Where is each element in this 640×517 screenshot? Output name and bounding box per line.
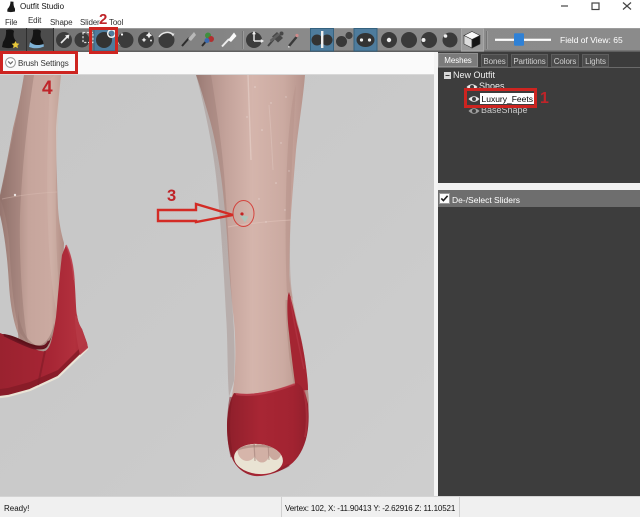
svg-text:3: 3: [167, 187, 176, 205]
svg-text:Field of View: 65: Field of View: 65: [560, 35, 623, 45]
